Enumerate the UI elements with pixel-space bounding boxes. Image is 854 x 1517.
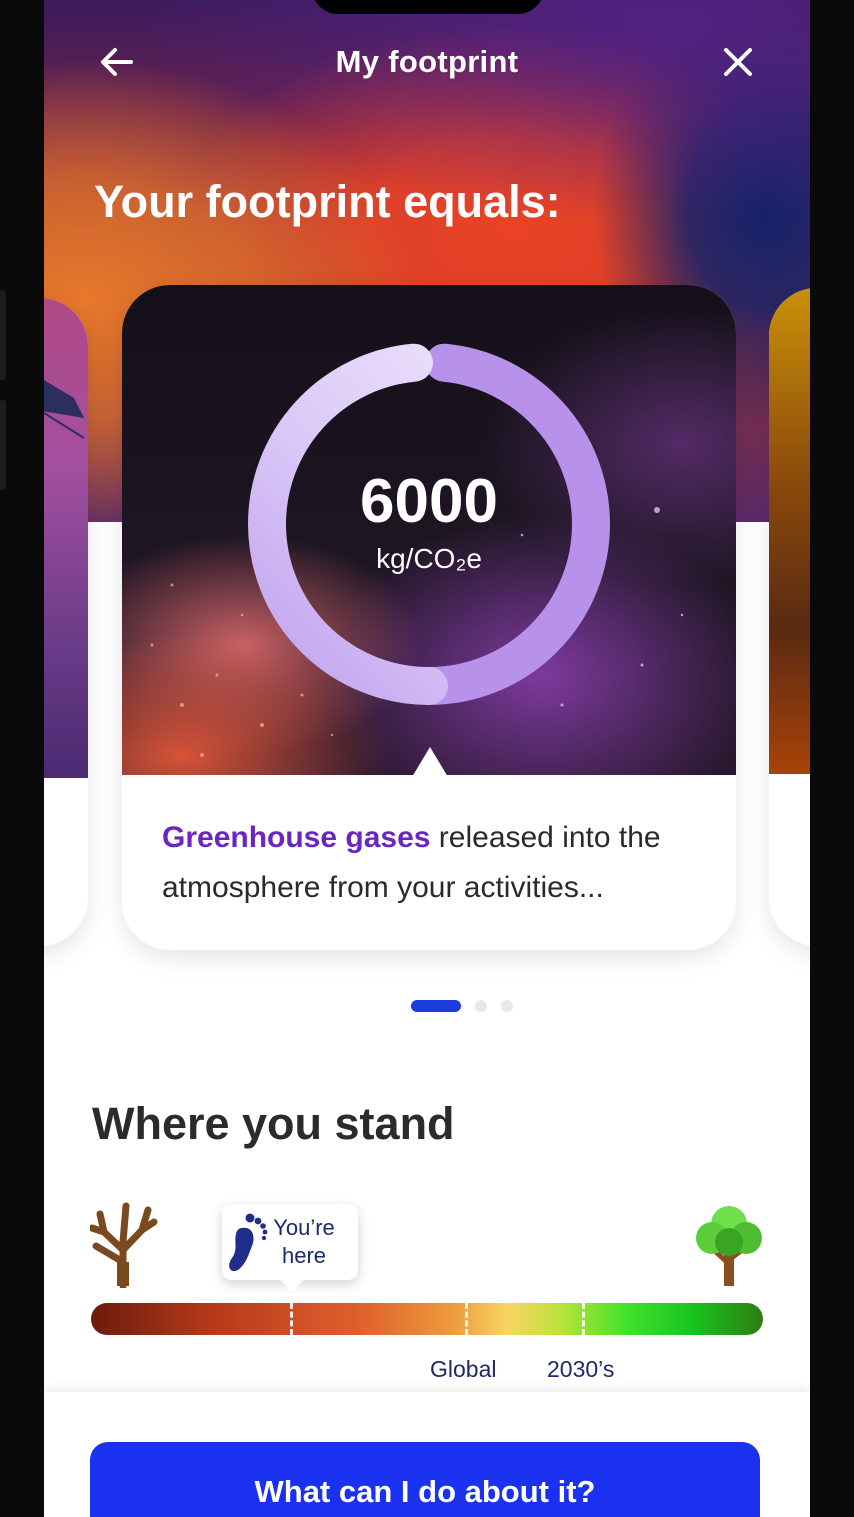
carousel-pagination	[44, 998, 810, 1014]
you-are-here-tick	[290, 1303, 293, 1335]
carousel-card-active[interactable]: 6000 kg/CO₂e Greenhouse gases released i…	[122, 285, 736, 950]
marker-label-line1: You’re	[273, 1215, 335, 1240]
device-notch	[312, 0, 544, 14]
target-2030-tick	[582, 1303, 585, 1335]
app-screen: My footprint Your footprint equals: 6000…	[44, 0, 810, 1517]
close-icon	[724, 48, 752, 76]
card-image	[769, 288, 810, 774]
ring-center: 6000 kg/CO₂e	[246, 341, 612, 707]
card-image	[44, 298, 88, 778]
footprint-icon	[229, 1213, 268, 1272]
card-description: Greenhouse gases released into the atmos…	[162, 813, 712, 913]
airplane-icon	[44, 380, 85, 439]
pagination-dot[interactable]	[501, 1000, 513, 1012]
bare-tree-icon	[90, 1202, 158, 1288]
you-are-here-marker: You’re here	[222, 1204, 358, 1292]
pagination-dot-active[interactable]	[411, 1000, 461, 1012]
back-button[interactable]	[92, 38, 140, 86]
page-title: My footprint	[335, 44, 519, 79]
volume-button	[0, 400, 6, 490]
card-image-smoke: 6000 kg/CO₂e	[122, 285, 736, 777]
close-button[interactable]	[714, 38, 762, 86]
arrow-left-icon	[101, 48, 133, 76]
highlight-term: Greenhouse gases	[162, 821, 431, 854]
section-title: Where you stand	[92, 1098, 455, 1149]
volume-button	[0, 290, 6, 380]
marker-label-line2: here	[281, 1243, 327, 1268]
footprint-unit: kg/CO₂e	[376, 542, 482, 574]
card-pointer	[412, 747, 448, 777]
what-can-i-do-button[interactable]: What can I do about it?	[90, 1442, 760, 1517]
footprint-scale-bar	[91, 1303, 763, 1335]
carousel-card-next[interactable]	[769, 288, 810, 946]
footprint-ring: 6000 kg/CO₂e	[246, 341, 612, 707]
global-tick	[465, 1303, 468, 1335]
global-label: Global	[430, 1356, 497, 1382]
top-bar: My footprint	[44, 30, 810, 94]
you-are-here-label: You’re here	[268, 1214, 340, 1270]
footprint-value: 6000	[360, 466, 498, 536]
green-tree-icon	[696, 1206, 762, 1286]
hero-title: Your footprint equals:	[94, 176, 561, 227]
carousel-card-previous[interactable]	[44, 298, 88, 946]
pagination-dot[interactable]	[475, 1000, 487, 1012]
phone-frame: My footprint Your footprint equals: 6000…	[0, 0, 854, 1517]
target-2030-label: 2030’s	[547, 1356, 615, 1382]
